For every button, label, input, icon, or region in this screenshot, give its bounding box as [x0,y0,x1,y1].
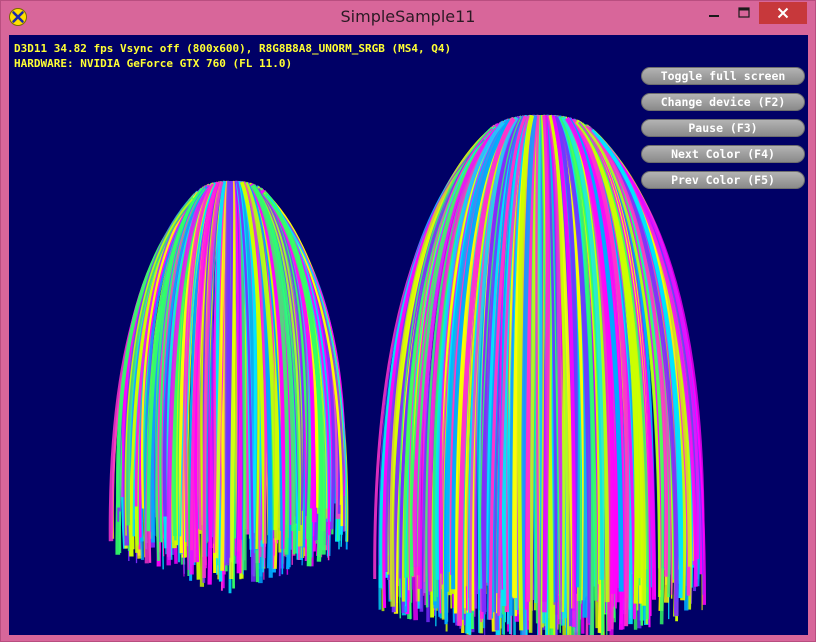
prev-color-button[interactable]: Prev Color (F5) [641,171,805,189]
minimize-button[interactable] [699,2,729,24]
pause-button[interactable]: Pause (F3) [641,119,805,137]
change-device-button[interactable]: Change device (F2) [641,93,805,111]
stats-fps-line: D3D11 34.82 fps Vsync off (800x600), R8G… [14,42,452,55]
left-hair-model [108,180,349,594]
close-icon [777,7,789,19]
right-hair-model [373,114,707,635]
app-window: SimpleSample11 D3D11 34.82 fps Vsync off… [0,0,816,642]
title-bar[interactable]: SimpleSample11 [1,1,815,35]
minimize-icon [709,15,719,17]
maximize-button[interactable] [729,2,759,24]
stats-overlay: D3D11 34.82 fps Vsync off (800x600), R8G… [14,41,451,71]
close-button[interactable] [759,2,807,24]
stats-hardware-line: HARDWARE: NVIDIA GeForce GTX 760 (FL 11.… [14,57,293,70]
window-title: SimpleSample11 [340,7,476,26]
render-viewport[interactable]: D3D11 34.82 fps Vsync off (800x600), R8G… [9,35,808,635]
next-color-button[interactable]: Next Color (F4) [641,145,805,163]
toggle-fullscreen-button[interactable]: Toggle full screen [641,67,805,85]
maximize-icon [738,7,750,18]
